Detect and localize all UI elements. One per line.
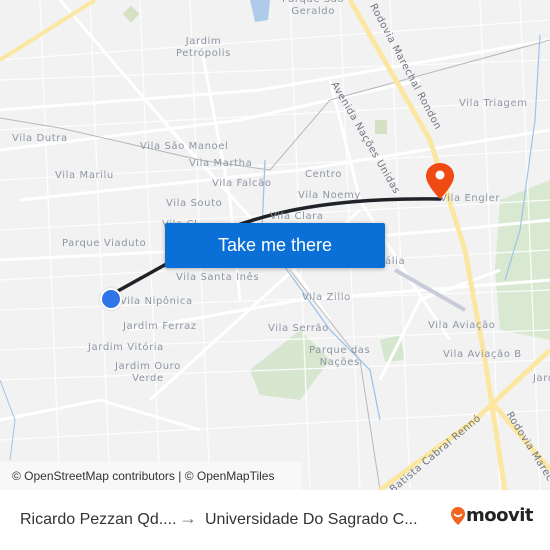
- map-label: Vila Dutra: [12, 133, 68, 144]
- map-label: Parque Viaduto: [62, 238, 147, 249]
- map-label: Vila Aviação: [428, 320, 496, 331]
- map-label: Parque São Geraldo: [282, 0, 344, 17]
- origin-marker[interactable]: [100, 288, 122, 310]
- moovit-wordmark: moovit: [466, 505, 534, 526]
- take-me-there-button[interactable]: Take me there: [165, 223, 385, 268]
- map-label: Vila São Manoel: [140, 141, 229, 152]
- map-label: Vila Souto: [166, 198, 223, 209]
- map-label: Vila Noemy: [298, 190, 361, 201]
- map-label: Vila Clara: [270, 211, 324, 222]
- destination-pin-icon[interactable]: [425, 162, 455, 204]
- map-label: Jard: [533, 373, 550, 384]
- origin-stop-name: Ricardo Pezzan Qd....: [20, 511, 177, 528]
- footer: Ricardo Pezzan Qd.... → Universidade Do …: [0, 490, 550, 550]
- moovit-pin-icon: [451, 506, 465, 525]
- park-area: [122, 5, 140, 23]
- map-label: Vila Falcão: [212, 178, 272, 189]
- map-label: Vila Santa Inês: [176, 272, 260, 283]
- map-label: Jardim Vitória: [88, 342, 164, 353]
- map-label: Parque das Nações: [309, 345, 371, 368]
- map-label: Jardim Ouro Verde: [115, 361, 181, 384]
- map-label: Jardim Ferraz: [123, 321, 197, 332]
- map-label: Vila Aviação B: [443, 349, 522, 360]
- map-attribution[interactable]: © OpenStreetMap contributors | © OpenMap…: [0, 462, 302, 490]
- destination-name: Universidade Do Sagrado C...: [205, 511, 418, 528]
- water-area: [250, 0, 270, 22]
- map-label: Vila Triagem: [459, 98, 528, 109]
- park-area: [375, 120, 387, 134]
- moovit-logo[interactable]: moovit: [450, 505, 534, 526]
- map-label: Vila Nipônica: [120, 296, 193, 307]
- park-area: [495, 180, 550, 340]
- map-label: Vila Marilu: [55, 170, 114, 181]
- map-label: Vila Zillo: [302, 292, 351, 303]
- arrow-right-icon: →: [179, 508, 197, 528]
- map-label: Jardim Petrópolis: [176, 36, 231, 59]
- map[interactable]: Jardim Petrópolis Parque São Geraldo Vil…: [0, 0, 550, 490]
- map-label: ália: [385, 256, 406, 267]
- map-label: Centro: [305, 169, 343, 180]
- map-label: Vila Serrão: [268, 323, 329, 334]
- map-label: Vila Martha: [189, 158, 253, 169]
